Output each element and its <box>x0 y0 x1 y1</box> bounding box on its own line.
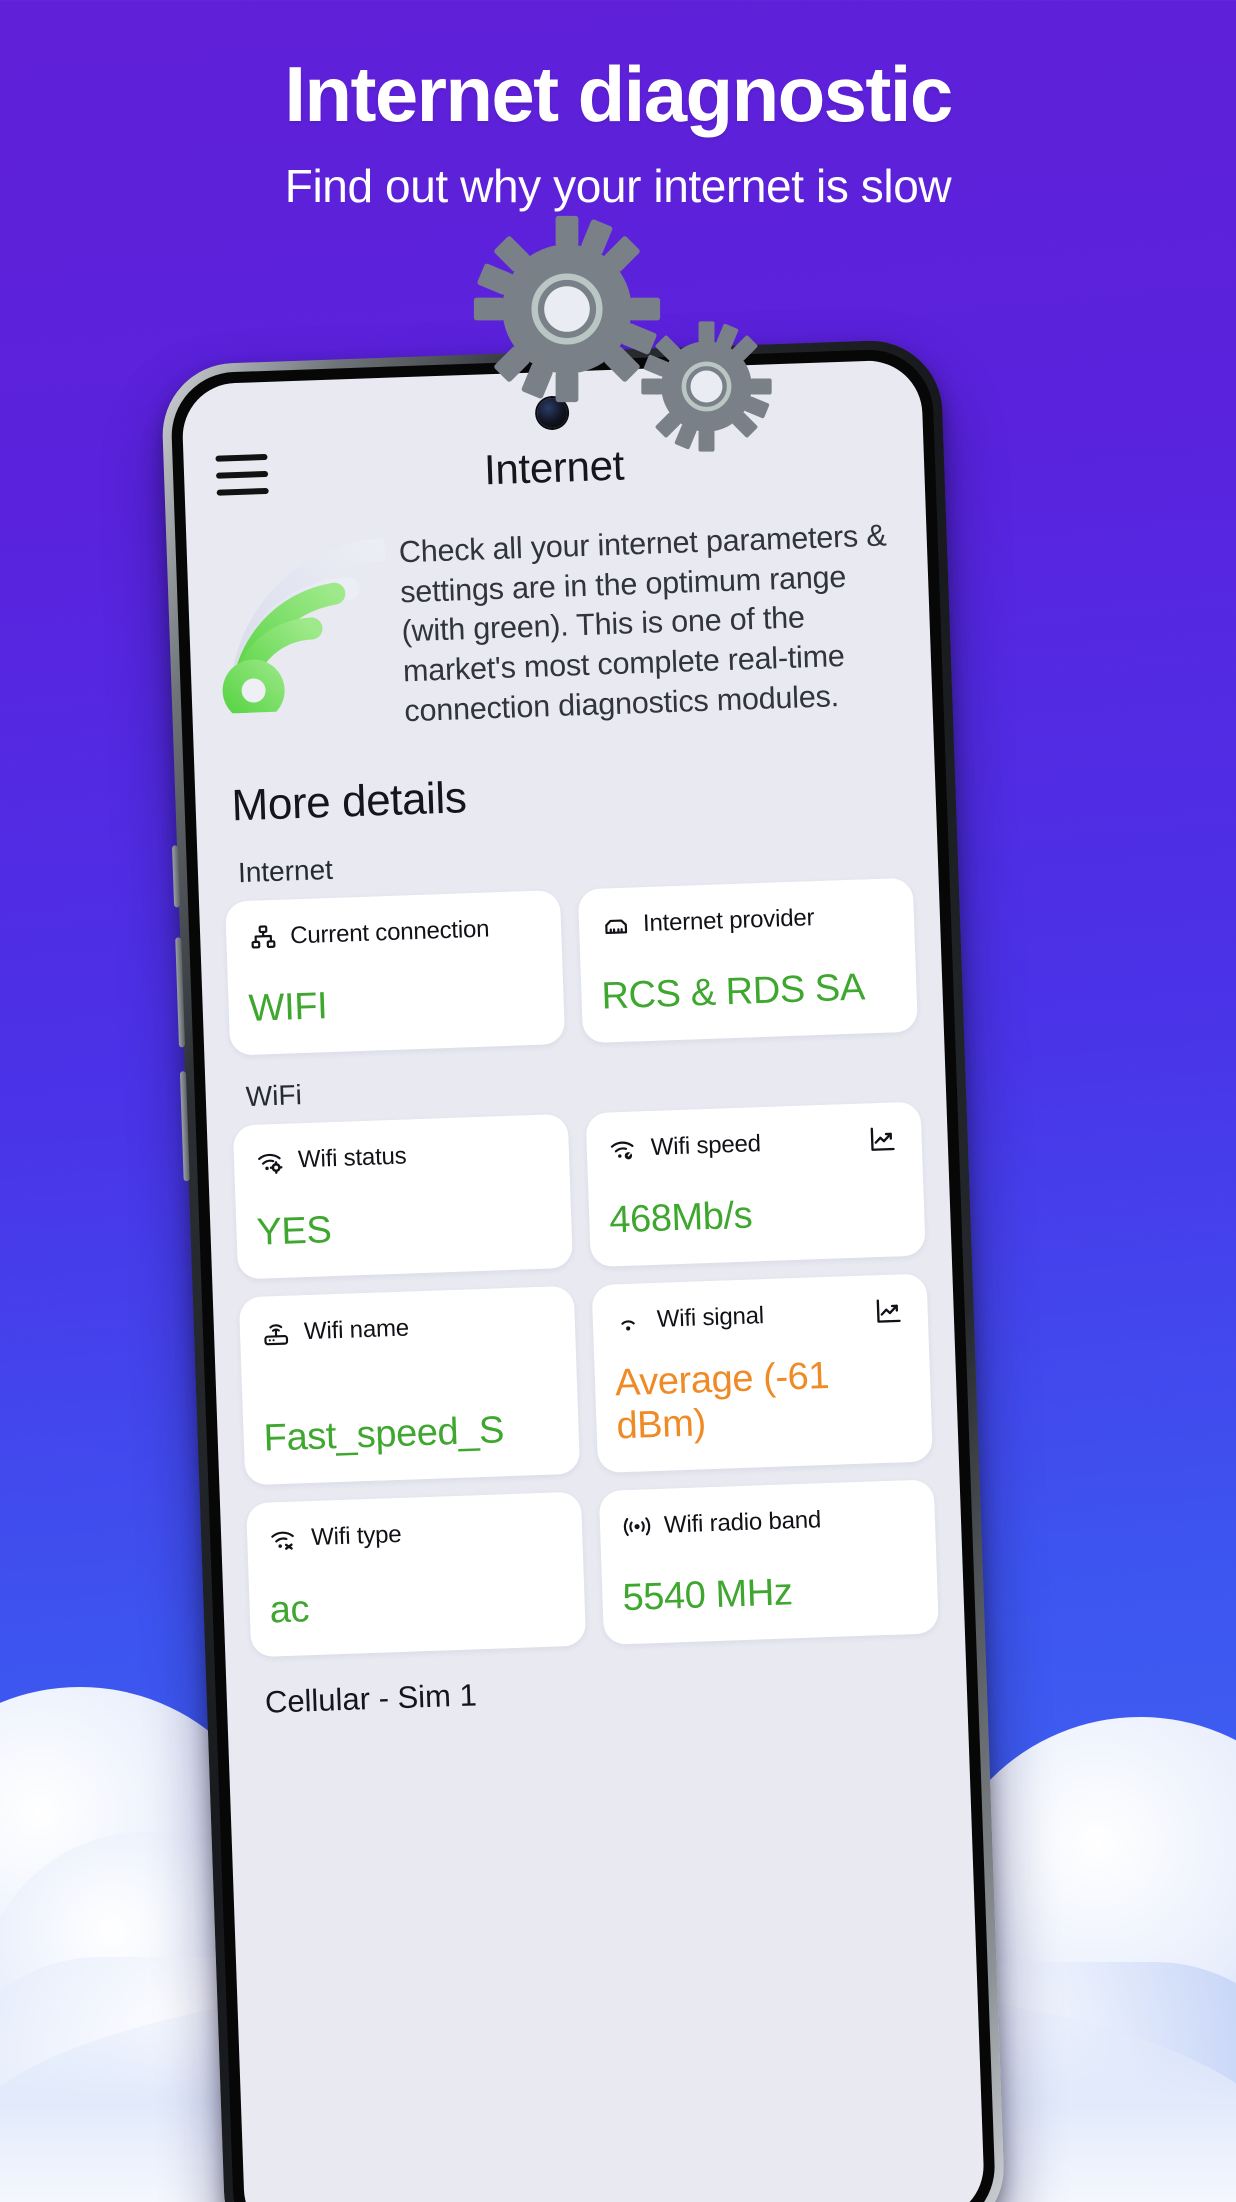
chart-trend-icon[interactable] <box>867 1124 902 1155</box>
card-value: WIFI <box>248 985 329 1031</box>
app-bar: Internet <box>207 360 899 516</box>
wifi-card-grid: Wifi status YES Wifi speed 468Mb/s Wifi … <box>232 1101 939 1658</box>
card-label: Internet provider <box>642 904 815 938</box>
card-label: Wifi name <box>303 1314 410 1346</box>
page-title: Internet <box>483 441 625 494</box>
card-value: Fast_speed_S <box>263 1409 505 1460</box>
card-value: 468Mb/s <box>608 1194 753 1242</box>
card-header: Wifi type <box>267 1515 563 1555</box>
card-header: Wifi status <box>254 1137 550 1177</box>
card-label: Wifi signal <box>656 1302 765 1334</box>
internet-card-grid: Current connection WIFI Internet provide… <box>224 877 918 1056</box>
card-value: Average (-61 dBm) <box>614 1355 830 1448</box>
card-header: Wifi name <box>260 1309 556 1349</box>
app-content: Internet Check all your internet paramet… <box>181 359 985 2202</box>
intro-description: Check all your internet parameters & set… <box>398 518 888 728</box>
card-header: Wifi signal <box>612 1296 908 1336</box>
radio-broadcast-icon <box>620 1511 655 1542</box>
intro-block: Check all your internet parameters & set… <box>212 492 907 738</box>
card-header: Wifi radio band <box>620 1502 916 1542</box>
wifi-weak-icon <box>612 1305 647 1336</box>
card-header: Current connection <box>246 913 542 953</box>
card-wifi-radio-band[interactable]: Wifi radio band 5540 MHz <box>598 1479 939 1646</box>
phone-device: Internet Check all your internet paramet… <box>160 338 1007 2202</box>
card-header: Internet provider <box>599 901 895 941</box>
card-label: Wifi status <box>297 1142 407 1174</box>
card-label: Current connection <box>289 915 490 950</box>
phone-mockup-stage: Internet Check all your internet paramet… <box>0 0 1236 2202</box>
card-wifi-status[interactable]: Wifi status YES <box>232 1114 573 1280</box>
card-value: YES <box>255 1209 333 1254</box>
card-label: Wifi speed <box>650 1130 762 1162</box>
card-label: Wifi type <box>310 1521 402 1552</box>
wifi-signal-icon <box>214 528 397 722</box>
network-hierarchy-icon <box>246 922 281 953</box>
wifi-type-icon <box>267 1524 302 1555</box>
wifi-gear-icon <box>254 1146 289 1177</box>
chart-trend-icon[interactable] <box>873 1296 908 1327</box>
card-label: Wifi radio band <box>663 1506 822 1539</box>
section-heading: More details <box>230 773 468 831</box>
card-wifi-name[interactable]: Wifi name Fast_speed_S <box>238 1285 581 1486</box>
card-internet-provider[interactable]: Internet provider RCS & RDS SA <box>577 877 918 1044</box>
card-wifi-signal[interactable]: Wifi signal Average (-61 dBm) <box>591 1273 933 1474</box>
wifi-speed-icon <box>606 1134 641 1165</box>
card-value: RCS & RDS SA <box>600 966 866 1018</box>
ethernet-port-icon <box>599 910 634 941</box>
card-header: Wifi speed <box>606 1124 902 1164</box>
card-value: 5540 MHz <box>621 1571 794 1620</box>
router-icon <box>260 1318 295 1349</box>
card-current-connection[interactable]: Current connection WIFI <box>224 890 566 1056</box>
hamburger-menu-icon[interactable] <box>215 453 269 496</box>
phone-screen: Internet Check all your internet paramet… <box>180 359 986 2202</box>
card-wifi-speed[interactable]: Wifi speed 468Mb/s <box>585 1101 926 1268</box>
group-label-cellular: Cellular - Sim 1 <box>264 1677 478 1720</box>
card-value: ac <box>269 1588 310 1632</box>
card-wifi-type[interactable]: Wifi type ac <box>246 1491 587 1658</box>
